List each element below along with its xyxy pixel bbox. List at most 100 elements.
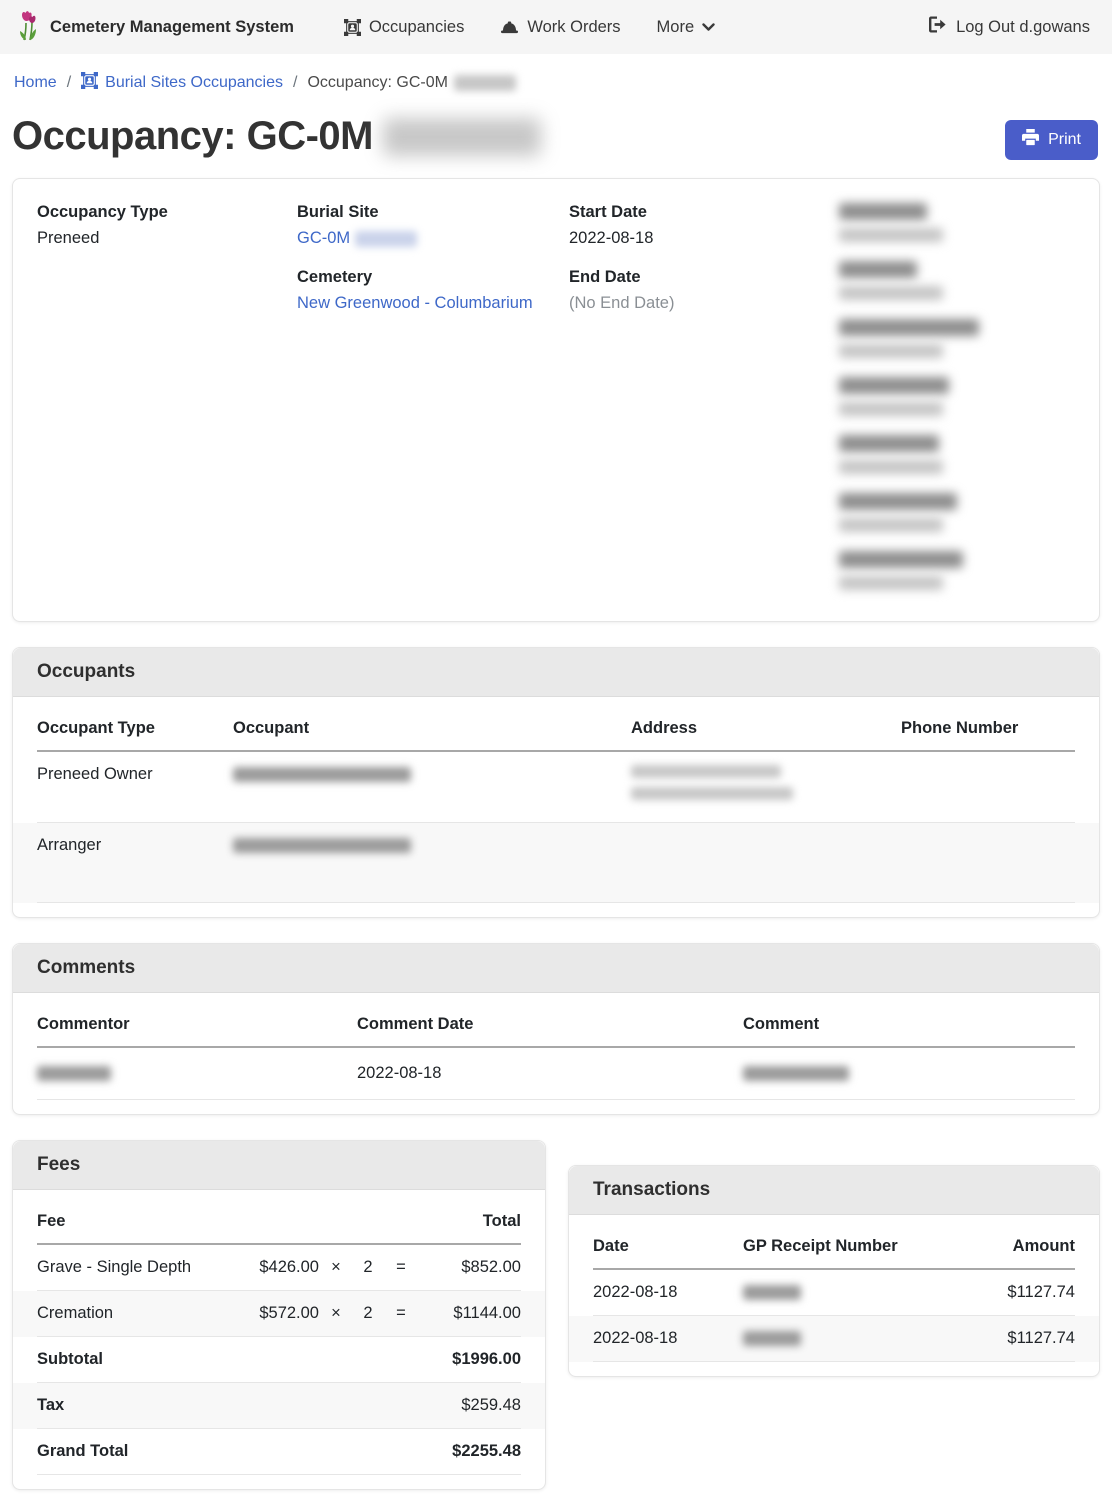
start-date-field: Start Date 2022-08-18 — [569, 203, 839, 248]
table-row: Grave - Single Depth $426.00 × 2 = $852.… — [37, 1245, 521, 1291]
fees-table: Fee Total Grave - Single Depth $426.00 ×… — [13, 1190, 545, 1489]
transactions-header: Transactions — [569, 1166, 1099, 1215]
subtotal-value: $1996.00 — [361, 1350, 521, 1369]
fee-times-cell: × — [319, 1258, 353, 1277]
fee-name-cell: Grave - Single Depth — [37, 1258, 235, 1277]
end-date-value: (No End Date) — [569, 294, 839, 313]
fee-equals-cell: = — [383, 1258, 419, 1277]
cemetery-label: Cemetery — [297, 268, 569, 287]
nav-occupancies-label: Occupancies — [369, 18, 464, 37]
tulip-logo-icon — [16, 9, 40, 46]
occupancy-type-value: Preneed — [37, 229, 297, 248]
fee-name-cell: Cremation — [37, 1304, 235, 1323]
printer-icon — [1022, 129, 1039, 151]
commentor-cell — [37, 1064, 357, 1083]
page-title: Occupancy: GC-0M — [12, 114, 541, 159]
table-row: 2022-08-18 $1127.74 — [593, 1316, 1075, 1362]
col-gp-receipt-number: GP Receipt Number — [743, 1237, 959, 1256]
breadcrumb-burial-sites-link[interactable]: Burial Sites Occupancies — [81, 72, 283, 94]
table-row: 2022-08-18 — [37, 1048, 1075, 1100]
fee-qty-cell: 2 — [353, 1304, 383, 1323]
logout-button[interactable]: Log Out d.gowans — [923, 8, 1096, 46]
fees-table-header: Fee Total — [37, 1198, 521, 1245]
nav-more-label: More — [657, 18, 695, 37]
brand[interactable]: Cemetery Management System — [16, 9, 294, 46]
occupancies-icon — [81, 72, 98, 94]
burial-site-link[interactable]: GC-0M — [297, 229, 350, 247]
breadcrumb-burial-sites-label: Burial Sites Occupancies — [105, 74, 283, 92]
col-phone-number: Phone Number — [901, 719, 1075, 738]
cemetery-link[interactable]: New Greenwood - Columbarium — [297, 294, 533, 312]
nav-work-orders[interactable]: Work Orders — [486, 10, 634, 45]
nav-occupancies[interactable]: Occupancies — [330, 10, 478, 45]
details-col-2: Burial Site GC-0M Cemetery New Greenwood… — [297, 203, 569, 333]
amount-cell: $1127.74 — [959, 1283, 1075, 1302]
col-address: Address — [631, 719, 901, 738]
occupant-type-cell: Preneed Owner — [37, 765, 233, 784]
redacted-burial-site-id — [355, 231, 417, 247]
tax-row: Tax $259.48 — [37, 1383, 521, 1429]
hard-hat-icon — [500, 19, 519, 36]
col-occupant-type: Occupant Type — [37, 719, 233, 738]
burial-site-value: GC-0M — [297, 229, 569, 248]
breadcrumb-current: Occupancy: GC-0M — [307, 74, 515, 92]
fee-equals-cell: = — [383, 1304, 419, 1323]
subtotal-row: Subtotal $1996.00 — [37, 1337, 521, 1383]
fee-qty-cell: 2 — [353, 1258, 383, 1277]
top-navbar: Cemetery Management System Occupancies W… — [0, 0, 1112, 54]
comments-card: Comments Commentor Comment Date Comment … — [12, 943, 1100, 1115]
occupants-table: Occupant Type Occupant Address Phone Num… — [13, 697, 1099, 917]
occupants-card: Occupants Occupant Type Occupant Address… — [12, 647, 1100, 918]
redacted-field — [839, 551, 1075, 590]
fee-total-cell: $852.00 — [419, 1258, 521, 1277]
grand-total-row: Grand Total $2255.48 — [37, 1429, 521, 1475]
fees-card: Fees Fee Total Grave - Single Depth $426… — [12, 1140, 546, 1490]
occupant-type-cell: Arranger — [37, 836, 233, 855]
redacted-field — [839, 203, 1075, 242]
print-button[interactable]: Print — [1005, 120, 1098, 160]
gp-receipt-cell — [743, 1329, 959, 1348]
occupants-table-header: Occupant Type Occupant Address Phone Num… — [37, 705, 1075, 752]
col-total: Total — [415, 1212, 521, 1231]
bottom-row: Fees Fee Total Grave - Single Depth $426… — [12, 1140, 1100, 1500]
redacted-field — [839, 435, 1075, 474]
table-row: Arranger — [37, 823, 1075, 903]
table-row: 2022-08-18 $1127.74 — [593, 1270, 1075, 1316]
logout-label: Log Out d.gowans — [956, 18, 1090, 37]
occupants-header: Occupants — [13, 648, 1099, 697]
col-comment: Comment — [743, 1015, 1075, 1034]
end-date-field: End Date (No End Date) — [569, 268, 839, 313]
transactions-card: Transactions Date GP Receipt Number Amou… — [568, 1165, 1100, 1377]
nav-more[interactable]: More — [643, 10, 730, 45]
fee-total-cell: $1144.00 — [419, 1304, 521, 1323]
fees-header: Fees — [13, 1141, 545, 1190]
transactions-table: Date GP Receipt Number Amount 2022-08-18… — [569, 1215, 1099, 1376]
details-col-3: Start Date 2022-08-18 End Date (No End D… — [569, 203, 839, 333]
cemetery-field: Cemetery New Greenwood - Columbarium — [297, 268, 569, 313]
occupancy-type-label: Occupancy Type — [37, 203, 297, 222]
grand-total-value: $2255.48 — [361, 1442, 521, 1461]
redacted-field — [839, 377, 1075, 416]
occupancy-details-card: Occupancy Type Preneed Burial Site GC-0M… — [12, 178, 1100, 622]
gp-receipt-cell — [743, 1283, 959, 1302]
start-date-value: 2022-08-18 — [569, 229, 839, 248]
tax-value: $259.48 — [361, 1396, 521, 1415]
print-label: Print — [1048, 131, 1081, 149]
nav-work-orders-label: Work Orders — [527, 18, 620, 37]
amount-cell: $1127.74 — [959, 1329, 1075, 1348]
details-col-redacted — [839, 203, 1075, 609]
occupancy-details: Occupancy Type Preneed Burial Site GC-0M… — [13, 179, 1099, 621]
start-date-label: Start Date — [569, 203, 839, 222]
comment-cell — [743, 1064, 1075, 1083]
transaction-date-cell: 2022-08-18 — [593, 1283, 743, 1302]
tax-label: Tax — [37, 1396, 361, 1415]
burial-site-label: Burial Site — [297, 203, 569, 222]
chevron-down-icon — [702, 23, 715, 32]
comment-date-cell: 2022-08-18 — [357, 1064, 743, 1083]
logout-icon — [929, 16, 947, 38]
title-row: Occupancy: GC-0M Print — [0, 108, 1112, 178]
table-row: Preneed Owner — [37, 752, 1075, 823]
redacted-breadcrumb-id — [454, 75, 516, 91]
breadcrumb-separator: / — [293, 74, 297, 92]
breadcrumb-home-link[interactable]: Home — [14, 74, 57, 92]
